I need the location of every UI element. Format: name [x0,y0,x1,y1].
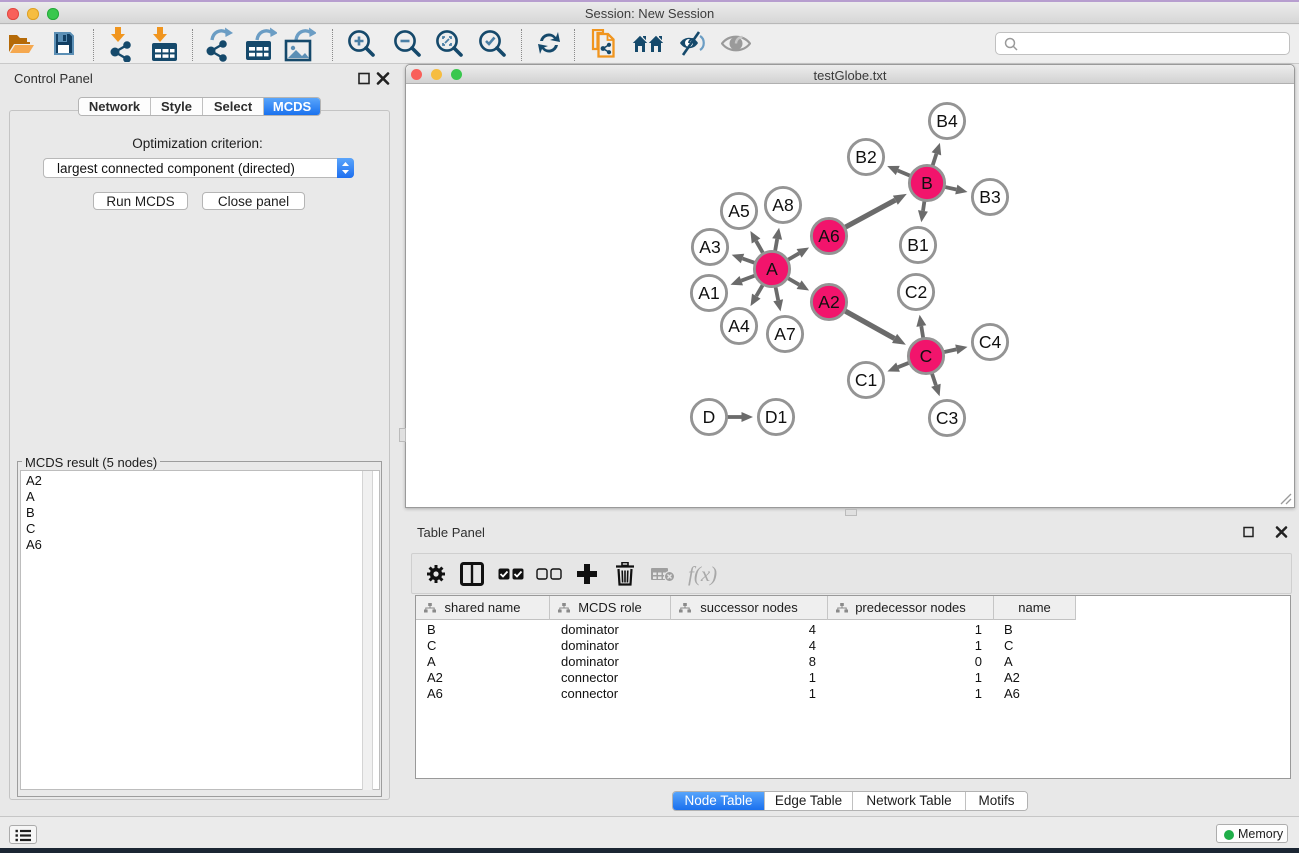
svg-text:C: C [920,346,933,366]
svg-text:A3: A3 [699,237,720,257]
svg-text:A7: A7 [774,324,795,344]
svg-text:B3: B3 [979,187,1000,207]
svg-text:D1: D1 [765,407,787,427]
svg-text:C3: C3 [936,408,958,428]
svg-text:A8: A8 [772,195,793,215]
svg-text:A: A [766,259,778,279]
svg-text:C2: C2 [905,282,927,302]
svg-text:B4: B4 [936,111,958,131]
svg-text:B2: B2 [855,147,876,167]
svg-text:B: B [921,173,933,193]
svg-text:C1: C1 [855,370,877,390]
svg-text:A4: A4 [728,316,750,336]
svg-text:D: D [703,407,716,427]
svg-text:C4: C4 [979,332,1002,352]
svg-text:B1: B1 [907,235,928,255]
svg-text:A1: A1 [698,283,719,303]
svg-text:A6: A6 [818,226,839,246]
svg-text:A2: A2 [818,292,839,312]
svg-text:A5: A5 [728,201,749,221]
